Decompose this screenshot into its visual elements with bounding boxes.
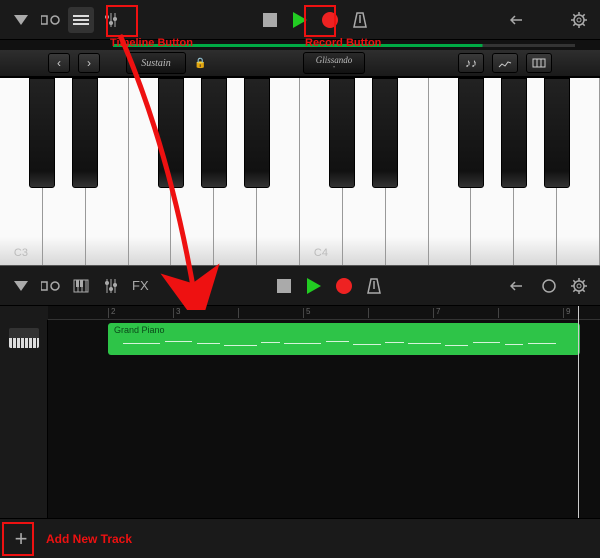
glissando-toggle[interactable]: Glissando• <box>303 52 365 74</box>
timeline-ruler[interactable]: 2 3 5 7 9 <box>48 306 600 320</box>
note-mode-icon[interactable]: ♪♪ <box>458 53 484 73</box>
playhead[interactable] <box>578 306 579 520</box>
black-key[interactable] <box>158 78 184 188</box>
add-track-annotation: Add New Track <box>46 532 132 546</box>
loop-icon[interactable] <box>536 273 562 299</box>
browser-icon[interactable] <box>38 7 64 33</box>
settings-gear-icon[interactable] <box>566 7 592 33</box>
bottom-bar: + Add New Track <box>0 518 600 558</box>
play-button[interactable] <box>301 273 327 299</box>
black-key[interactable] <box>29 78 55 188</box>
metronome-icon[interactable] <box>347 7 373 33</box>
stop-button[interactable] <box>271 273 297 299</box>
black-key[interactable] <box>372 78 398 188</box>
piano-keyboard[interactable]: C3 C4 <box>0 78 600 265</box>
black-key[interactable] <box>458 78 484 188</box>
add-track-button[interactable]: + <box>8 526 34 552</box>
region-label: Grand Piano <box>108 323 580 337</box>
black-key[interactable] <box>501 78 527 188</box>
undo-icon[interactable] <box>506 273 532 299</box>
keyboard-options: ‹ › Sustain 🔒 Glissando• ♪♪ <box>0 50 600 78</box>
controls-icon[interactable] <box>98 273 124 299</box>
track-headers <box>0 320 48 520</box>
black-key[interactable] <box>72 78 98 188</box>
black-key[interactable] <box>201 78 227 188</box>
track-instrument-icon[interactable] <box>0 320 48 356</box>
undo-icon[interactable] <box>506 7 532 33</box>
keyboard-view: ‹ › Sustain 🔒 Glissando• ♪♪ C3 C4 <box>0 0 600 265</box>
sustain-toggle[interactable]: Sustain <box>126 52 186 74</box>
tracks-area: Grand Piano <box>0 320 600 520</box>
stop-button[interactable] <box>257 7 283 33</box>
play-button[interactable] <box>287 7 313 33</box>
bottom-toolbar: FX <box>0 266 600 306</box>
menu-dropdown-icon[interactable] <box>8 7 34 33</box>
octave-up-button[interactable]: › <box>78 53 100 73</box>
timeline-button[interactable] <box>68 7 94 33</box>
song-ruler[interactable] <box>0 40 600 50</box>
octave-down-button[interactable]: ‹ <box>48 53 70 73</box>
controls-icon[interactable] <box>98 7 124 33</box>
browser-icon[interactable] <box>38 273 64 299</box>
settings-gear-icon[interactable] <box>566 273 592 299</box>
top-toolbar <box>0 0 600 40</box>
tracks-view: FX 2 3 5 7 9 Grand Piano <box>0 265 600 558</box>
scale-icon[interactable] <box>492 53 518 73</box>
black-key[interactable] <box>329 78 355 188</box>
lock-icon: 🔒 <box>194 58 210 69</box>
midi-region[interactable]: Grand Piano <box>108 323 580 355</box>
instrument-icon[interactable] <box>68 273 94 299</box>
record-button[interactable] <box>317 7 343 33</box>
black-key[interactable] <box>544 78 570 188</box>
fx-button[interactable]: FX <box>128 278 153 293</box>
black-key[interactable] <box>244 78 270 188</box>
record-button[interactable] <box>331 273 357 299</box>
menu-dropdown-icon[interactable] <box>8 273 34 299</box>
arpeggiator-icon[interactable] <box>526 53 552 73</box>
metronome-icon[interactable] <box>361 273 387 299</box>
track-lanes[interactable]: Grand Piano <box>48 320 600 520</box>
